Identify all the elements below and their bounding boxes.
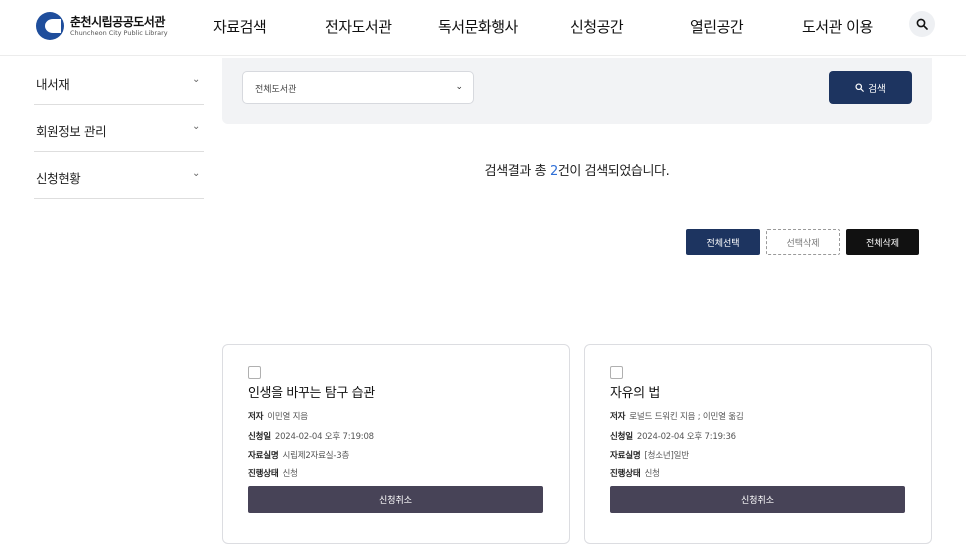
chevron-down-icon: ⌄: [455, 82, 463, 92]
nav-item-search-materials[interactable]: 자료검색: [213, 16, 267, 37]
result-suffix: 건이 검색되었습니다.: [557, 164, 670, 179]
status-row: 진행상태 신청: [248, 469, 298, 479]
nav-item-application-space[interactable]: 신청공간: [570, 16, 624, 37]
author-row: 저자 로널드 드워킨 지음 ; 이민열 옮김: [610, 412, 744, 422]
library-select-value: 전체도서관: [255, 85, 297, 95]
status-row: 진행상태 신청: [610, 469, 660, 479]
location-row: 자료실명 [청소년]일반: [610, 451, 689, 461]
status-value: 신청: [282, 469, 298, 479]
search-button[interactable]: 검색: [829, 71, 912, 104]
search-icon: [855, 83, 865, 92]
cancel-application-button[interactable]: 신청취소: [248, 486, 543, 513]
header-search-button[interactable]: [909, 11, 935, 37]
result-prefix: 검색결과 총: [484, 164, 550, 179]
delete-selected-button[interactable]: 선택삭제: [766, 229, 840, 255]
chevron-down-icon: ⌄: [192, 121, 200, 132]
filter-panel: 전체도서관 ⌄ 검색: [222, 58, 932, 124]
sidebar-item-my-library[interactable]: 내서재 ⌄: [34, 58, 204, 105]
nav-item-open-space[interactable]: 열린공간: [690, 16, 744, 37]
library-select[interactable]: 전체도서관 ⌄: [242, 71, 474, 104]
sidebar-item-member-info[interactable]: 회원정보 관리 ⌄: [34, 105, 204, 152]
result-count-message: 검색결과 총 2건이 검색되었습니다.: [222, 160, 932, 179]
sidebar-item-label: 신청현황: [36, 171, 81, 186]
status-value: 신청: [644, 469, 660, 479]
main-nav: 자료검색 전자도서관 독서문화행사 신청공간 열린공간 도서관 이용: [0, 16, 966, 36]
location-value: 시립제2자료실-3층: [282, 451, 350, 461]
sidebar-item-label: 내서재: [36, 77, 70, 92]
chevron-down-icon: ⌄: [192, 74, 200, 85]
search-icon: [916, 18, 928, 30]
book-title: 자유의 법: [610, 386, 660, 401]
nav-item-reading-events[interactable]: 독서문화행사: [438, 16, 518, 37]
select-all-button[interactable]: 전체선택: [686, 229, 760, 255]
application-card: 인생을 바꾸는 탐구 습관 저자 이민열 지음 신청일 2024-02-04 오후 …: [222, 344, 570, 544]
author-value: 이민열 지음: [267, 412, 308, 422]
search-button-label: 검색: [868, 83, 886, 95]
location-row: 자료실명 시립제2자료실-3층: [248, 451, 350, 461]
sidebar-item-label: 회원정보 관리: [36, 124, 107, 139]
nav-item-e-library[interactable]: 전자도서관: [325, 16, 392, 37]
card-checkbox[interactable]: [610, 366, 623, 379]
request-date-value: 2024-02-04 오후 7:19:36: [636, 432, 736, 442]
sidebar: 내서재 ⌄ 회원정보 관리 ⌄ 신청현황 ⌄: [34, 58, 204, 199]
nav-item-library-use[interactable]: 도서관 이용: [802, 16, 873, 37]
request-date-row: 신청일 2024-02-04 오후 7:19:36: [610, 432, 736, 442]
sidebar-item-application-status[interactable]: 신청현황 ⌄: [34, 152, 204, 199]
author-row: 저자 이민열 지음: [248, 412, 308, 422]
delete-all-button[interactable]: 전체삭제: [846, 229, 919, 255]
card-checkbox[interactable]: [248, 366, 261, 379]
book-title: 인생을 바꾸는 탐구 습관: [248, 386, 375, 401]
chevron-down-icon: ⌄: [192, 168, 200, 179]
cancel-application-button[interactable]: 신청취소: [610, 486, 905, 513]
result-count: 2: [549, 164, 558, 179]
application-card: 자유의 법 저자 로널드 드워킨 지음 ; 이민열 옮김 신청일 2024-02-0…: [584, 344, 932, 544]
site-header: 춘천시립공공도서관 Chuncheon City Public Library …: [0, 0, 966, 56]
request-date-row: 신청일 2024-02-04 오후 7:19:08: [248, 432, 374, 442]
location-value: [청소년]일반: [644, 451, 689, 461]
author-value: 로널드 드워킨 지음 ; 이민열 옮김: [629, 412, 744, 422]
request-date-value: 2024-02-04 오후 7:19:08: [274, 432, 374, 442]
